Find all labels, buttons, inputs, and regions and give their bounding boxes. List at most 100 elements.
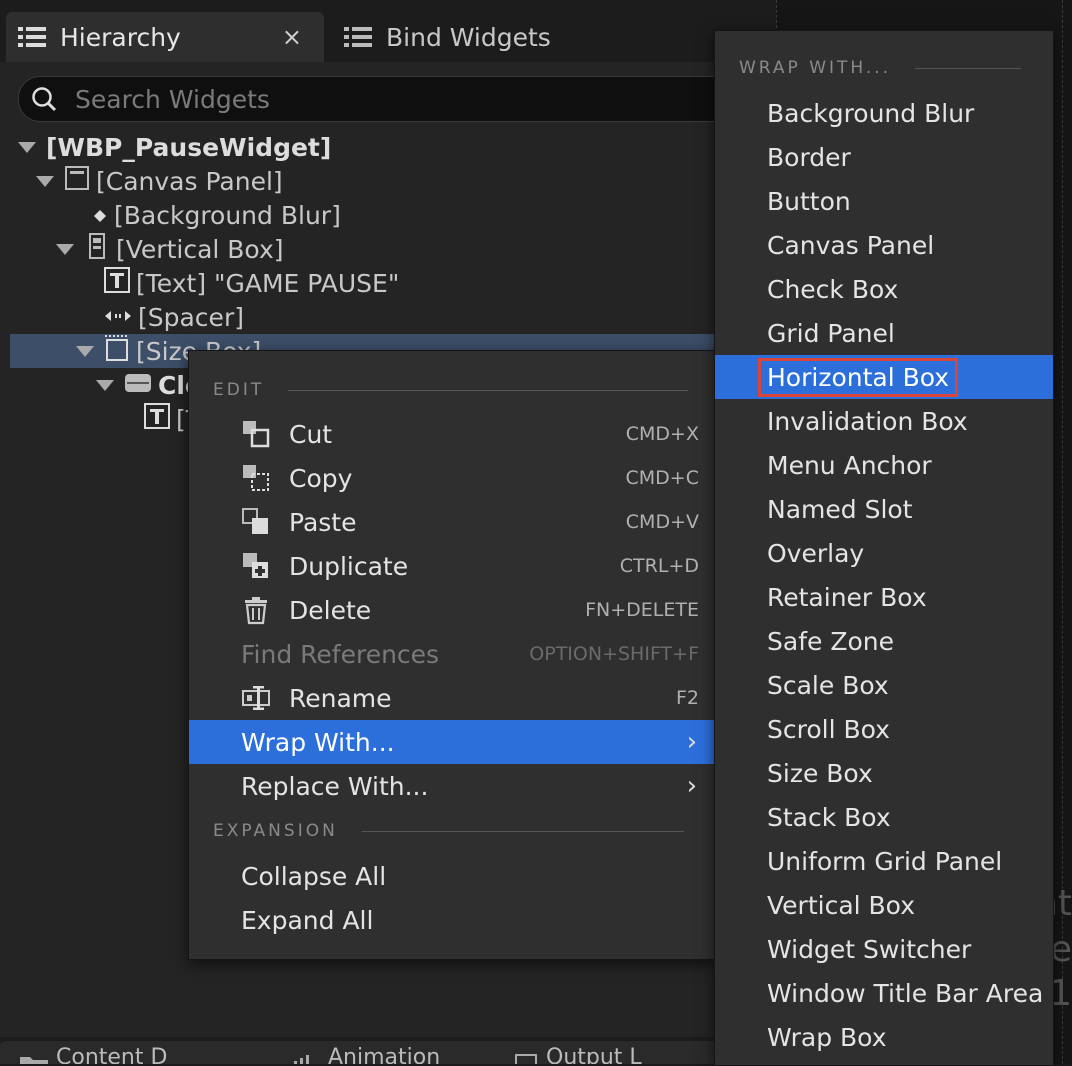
submenu-item-label: Horizontal Box (757, 357, 959, 397)
expand-arrow-icon[interactable] (36, 175, 54, 187)
submenu-item-size-box[interactable]: Size Box (715, 751, 1053, 795)
tree-item-label: [WBP_PauseWidget] (46, 132, 332, 162)
tree-item-canvas-panel[interactable]: [Canvas Panel] (0, 164, 812, 198)
submenu-item-label: Widget Switcher (767, 934, 972, 964)
submenu-item-label: Invalidation Box (767, 406, 968, 436)
search-placeholder: Search Widgets (75, 85, 270, 114)
submenu-item-label: Named Slot (767, 494, 913, 524)
submenu-item-invalidation-box[interactable]: Invalidation Box (715, 399, 1053, 443)
section-header-wrap-with: WRAP WITH... (739, 53, 1022, 83)
log-icon (515, 1054, 537, 1064)
submenu-item-label: Wrap Box (767, 1022, 887, 1052)
canvas-panel-icon (64, 165, 90, 197)
submenu-item-label: Button (767, 186, 851, 216)
menu-item-delete[interactable]: Delete FN+DELETE (189, 588, 717, 632)
divider (288, 389, 689, 391)
list-icon (18, 26, 48, 48)
menu-item-wrap-with[interactable]: Wrap With... › (189, 720, 717, 764)
tab-bar: Hierarchy × Bind Widgets (0, 0, 776, 62)
expand-arrow-icon[interactable] (76, 345, 94, 357)
folder-icon (20, 1057, 48, 1064)
submenu-item-label: Scroll Box (767, 714, 890, 744)
menu-item-collapse-all[interactable]: Collapse All (189, 854, 717, 898)
submenu-item-retainer-box[interactable]: Retainer Box (715, 575, 1053, 619)
copy-icon (243, 465, 269, 491)
animation-icon (294, 1055, 309, 1064)
submenu-item-label: Safe Zone (767, 626, 894, 656)
submenu-item-label: Menu Anchor (767, 450, 932, 480)
submenu-item-widget-switcher[interactable]: Widget Switcher (715, 927, 1053, 971)
submenu-item-label: Retainer Box (767, 582, 927, 612)
submenu-item-check-box[interactable]: Check Box (715, 267, 1053, 311)
submenu-item-scroll-box[interactable]: Scroll Box (715, 707, 1053, 751)
wrap-with-submenu: WRAP WITH... Background Blur Border Button… (714, 30, 1054, 1066)
search-input[interactable]: Search Widgets (18, 76, 810, 122)
tab-hierarchy[interactable]: Hierarchy × (6, 12, 324, 62)
menu-item-copy[interactable]: Copy CMD+C (189, 456, 717, 500)
submenu-item-safe-zone[interactable]: Safe Zone (715, 619, 1053, 663)
tree-item-label: [Background Blur] (114, 200, 341, 230)
menu-item-expand-all[interactable]: Expand All (189, 898, 717, 942)
submenu-item-window-title-bar-area[interactable]: Window Title Bar Area (715, 971, 1053, 1015)
submenu-item-button[interactable]: Button (715, 179, 1053, 223)
submenu-item-vertical-box[interactable]: Vertical Box (715, 883, 1053, 927)
submenu-item-label: Size Box (767, 758, 873, 788)
submenu-item-label: Border (767, 142, 851, 172)
bottom-tab-bar: Content D Animation Output L (0, 1037, 776, 1064)
expand-arrow-icon[interactable] (18, 141, 36, 153)
tree-item-label: [Vertical Box] (116, 234, 284, 264)
size-box-icon (104, 335, 130, 367)
cut-icon (243, 421, 270, 448)
duplicate-icon (243, 553, 268, 578)
menu-item-paste[interactable]: Paste CMD+V (189, 500, 717, 544)
submenu-item-menu-anchor[interactable]: Menu Anchor (715, 443, 1053, 487)
expand-arrow-icon[interactable] (96, 379, 114, 391)
close-icon[interactable]: × (282, 23, 302, 51)
menu-item-rename[interactable]: Rename F2 (189, 676, 717, 720)
submenu-item-label: Stack Box (767, 802, 891, 832)
menu-item-find-references: Find References OPTION+SHIFT+F (241, 639, 699, 669)
submenu-item-label: Check Box (767, 274, 899, 304)
submenu-item-horizontal-box[interactable]: Horizontal Box (715, 355, 1053, 399)
rename-icon (242, 686, 270, 710)
text-icon (104, 267, 130, 299)
chevron-right-icon: › (686, 727, 697, 757)
submenu-item-border[interactable]: Border (715, 135, 1053, 179)
submenu-item-named-slot[interactable]: Named Slot (715, 487, 1053, 531)
submenu-item-background-blur[interactable]: Background Blur (715, 91, 1053, 135)
submenu-item-grid-panel[interactable]: Grid Panel (715, 311, 1053, 355)
vertical-box-icon (84, 233, 110, 265)
tree-item-label: [Canvas Panel] (96, 166, 283, 196)
tab-label: Bind Widgets (386, 22, 551, 52)
submenu-item-scale-box[interactable]: Scale Box (715, 663, 1053, 707)
submenu-item-label: Overlay (767, 538, 865, 568)
list-icon (344, 26, 374, 48)
menu-item-cut[interactable]: Cut CMD+X (189, 412, 717, 456)
paste-icon (242, 508, 268, 534)
submenu-item-stack-box[interactable]: Stack Box (715, 795, 1053, 839)
context-menu: EDIT Cut CMD+X Copy CMD+C Paste CMD+V Du… (188, 350, 718, 960)
tree-item-root[interactable]: [WBP_PauseWidget] (0, 130, 794, 164)
chevron-right-icon: › (686, 771, 697, 801)
submenu-item-canvas-panel[interactable]: Canvas Panel (715, 223, 1053, 267)
divider (361, 830, 684, 832)
submenu-item-label: Uniform Grid Panel (767, 846, 1003, 876)
tree-item-vertical-box[interactable]: [Vertical Box] (0, 232, 832, 266)
submenu-item-wrap-box[interactable]: Wrap Box (715, 1015, 1053, 1059)
submenu-item-label: Background Blur (767, 98, 975, 128)
menu-item-duplicate[interactable]: Duplicate CTRL+D (189, 544, 717, 588)
submenu-item-label: Window Title Bar Area (767, 978, 1044, 1008)
divider (915, 67, 1022, 69)
tree-item-label: [Text] "GAME PAUSE" (136, 268, 400, 298)
submenu-item-label: Scale Box (767, 670, 889, 700)
submenu-item-label: Canvas Panel (767, 230, 935, 260)
button-icon (124, 371, 152, 400)
menu-item-replace-with[interactable]: Replace With... › (189, 764, 717, 808)
submenu-item-uniform-grid-panel[interactable]: Uniform Grid Panel (715, 839, 1053, 883)
submenu-item-overlay[interactable]: Overlay (715, 531, 1053, 575)
expand-arrow-icon[interactable] (56, 243, 74, 255)
spacer-icon (104, 303, 132, 332)
tree-item-label: [Spacer] (138, 302, 244, 332)
dot-icon (92, 201, 108, 230)
tab-bind-widgets[interactable]: Bind Widgets (332, 12, 632, 62)
